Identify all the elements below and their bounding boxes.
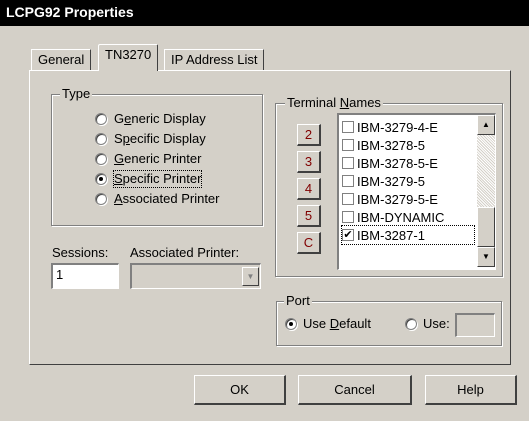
sessions-label: Sessions: (52, 245, 109, 260)
terminal-button-3[interactable]: 3 (297, 151, 321, 173)
terminal-button-2[interactable]: 2 (297, 124, 321, 146)
label-generic-printer[interactable]: Generic Printer (114, 151, 201, 167)
terminal-button-c[interactable]: C (297, 232, 321, 254)
use-default-mnemonic: D (329, 316, 340, 331)
checkbox[interactable] (342, 139, 354, 151)
radio-generic-display[interactable] (95, 113, 107, 125)
cancel-button[interactable]: Cancel (298, 375, 412, 405)
type-legend: Type (60, 86, 93, 101)
checkbox[interactable]: ✔ (342, 229, 354, 241)
use-port-label[interactable]: Use: (423, 316, 450, 332)
checkbox[interactable] (342, 157, 354, 169)
list-item[interactable]: IBM-DYNAMIC (342, 208, 474, 226)
ok-label: OK (230, 382, 249, 397)
terminal-button-label: C (303, 235, 314, 250)
cancel-label: Cancel (334, 382, 375, 397)
terminal-button-label: 4 (304, 181, 313, 196)
checkbox[interactable] (342, 193, 354, 205)
associated-printer-select[interactable]: ▼ (130, 263, 261, 289)
radio-associated-printer[interactable] (95, 193, 107, 205)
terminal-button-label: 2 (304, 127, 313, 142)
checkbox[interactable] (342, 121, 354, 133)
list-item[interactable]: IBM-3278-5-E (342, 154, 474, 172)
radio-specific-printer[interactable] (95, 173, 107, 185)
radio-selected-dot (99, 177, 103, 181)
label-text-u: p (122, 131, 130, 146)
associated-printer-label: Associated Printer: (130, 245, 240, 260)
label-text-u: S (114, 171, 123, 186)
use-default-radio[interactable] (285, 318, 297, 330)
label-specific-printer[interactable]: Specific Printer (112, 170, 203, 188)
label-text-post: pecific Printer (122, 171, 202, 186)
list-item-label: IBM-3279-5 (357, 173, 425, 189)
list-item-label: IBM-3287-1 (357, 227, 425, 243)
chevron-down-icon[interactable]: ▼ (242, 267, 259, 286)
sessions-input[interactable]: 1 (51, 263, 119, 289)
legend-text-mnemonic: N (339, 95, 350, 110)
port-number-input[interactable] (455, 313, 495, 337)
label-text-post: ssociated Printer (122, 191, 220, 206)
list-item[interactable]: IBM-3279-5-E (342, 190, 474, 208)
down-arrow-icon[interactable]: ▼ (477, 247, 495, 267)
radio-specific-display[interactable] (95, 133, 107, 145)
label-text-u: G (114, 151, 125, 166)
terminal-button-5[interactable]: 5 (297, 205, 321, 227)
sessions-value: 1 (56, 267, 64, 282)
list-item[interactable]: IBM-3279-5 (342, 172, 474, 190)
terminal-button-label: 3 (304, 154, 313, 169)
checkbox[interactable] (342, 175, 354, 187)
label-text-u: A (114, 191, 123, 206)
help-button[interactable]: Help (425, 375, 517, 405)
ok-button[interactable]: OK (194, 375, 286, 405)
list-item-label: IBM-3278-5-E (357, 155, 438, 171)
label-text-pre: G (114, 111, 125, 126)
list-item-label: IBM-3279-4-E (357, 119, 438, 135)
radio-selected-dot (289, 322, 293, 326)
list-item[interactable]: IBM-3278-5 (342, 136, 474, 154)
checkbox[interactable] (342, 211, 354, 223)
label-text-post: eneric Printer (124, 151, 202, 166)
label-text-post: neric Display (131, 111, 206, 126)
list-item-label: IBM-3279-5-E (357, 191, 438, 207)
label-generic-display[interactable]: Generic Display (114, 111, 206, 127)
list-item-label: IBM-DYNAMIC (357, 209, 445, 225)
port-legend: Port (284, 293, 312, 308)
terminal-button-4[interactable]: 4 (297, 178, 321, 200)
terminal-names-legend: Terminal Names (285, 96, 383, 110)
scrollbar-thumb[interactable] (477, 207, 495, 247)
legend-text: Terminal (287, 95, 340, 110)
radio-generic-printer[interactable] (95, 153, 107, 165)
scrollbar[interactable]: ▲ ▼ (477, 115, 495, 267)
list-item-label: IBM-3278-5 (357, 137, 425, 153)
label-specific-display[interactable]: Specific Display (114, 131, 206, 147)
label-associated-printer[interactable]: Associated Printer (114, 191, 220, 207)
label-text-post: ecific Display (129, 131, 206, 146)
use-default-label[interactable]: Use Default (303, 316, 371, 332)
use-default-text: Use (303, 316, 330, 331)
list-item[interactable]: ✔ IBM-3287-1 (341, 225, 475, 245)
legend-text-rest: ames (349, 95, 381, 110)
help-label: Help (457, 382, 484, 397)
terminal-button-label: 5 (304, 208, 313, 223)
use-port-radio[interactable] (405, 318, 417, 330)
use-default-rest: efault (339, 316, 371, 331)
list-item[interactable]: IBM-3279-4-E (342, 118, 474, 136)
terminal-names-list[interactable]: IBM-3279-4-E IBM-3278-5 IBM-3278-5-E IBM-32… (337, 113, 496, 270)
up-arrow-icon[interactable]: ▲ (477, 115, 495, 135)
label-text-pre: S (114, 131, 123, 146)
